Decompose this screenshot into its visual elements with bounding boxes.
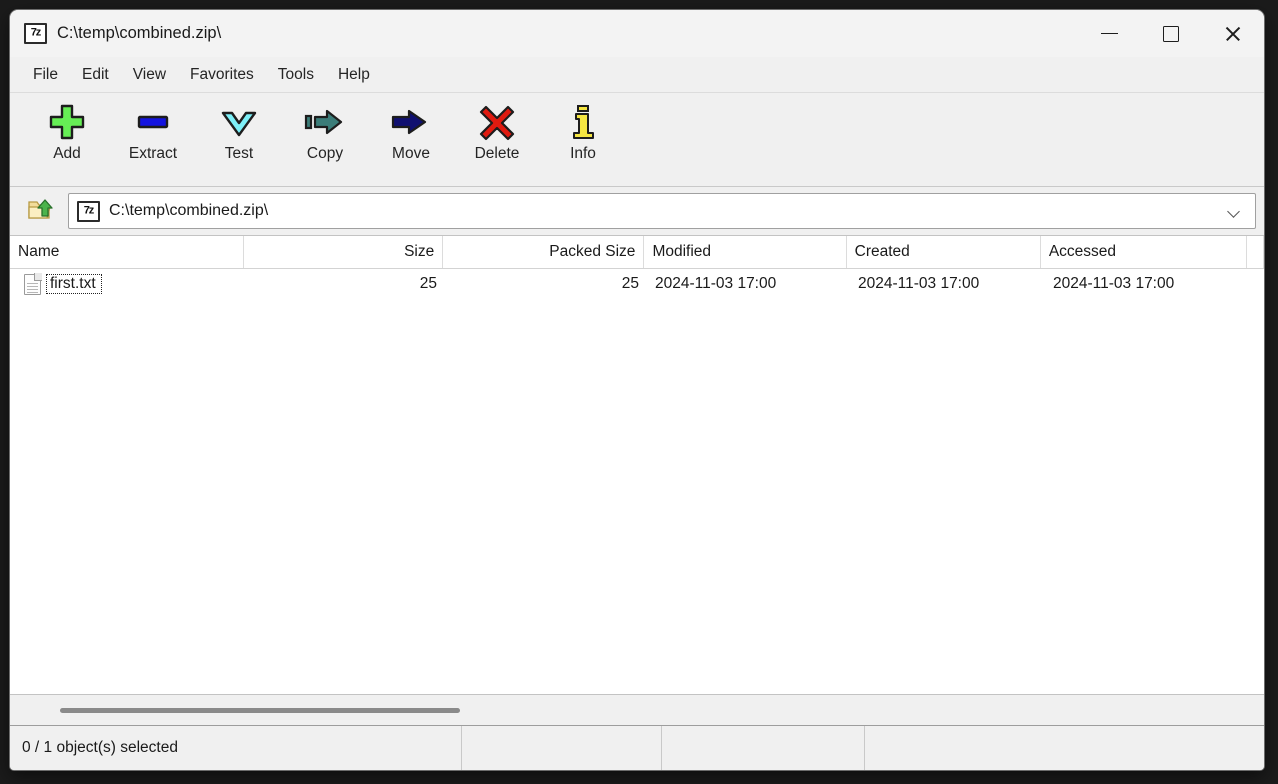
menu-item-tools[interactable]: Tools xyxy=(267,62,325,88)
seven-zip-window: 7z C:\temp\combined.zip\ File Edit View … xyxy=(10,10,1264,770)
column-header-created[interactable]: Created xyxy=(847,236,1041,268)
move-arrow-icon xyxy=(368,99,454,145)
toolbar-button-delete[interactable]: Delete xyxy=(454,99,540,175)
status-bar: 0 / 1 object(s) selected xyxy=(10,725,1264,770)
menu-item-favorites[interactable]: Favorites xyxy=(179,62,265,88)
copy-arrow-icon xyxy=(282,99,368,145)
cell-packed-size: 25 xyxy=(621,275,639,292)
status-pane-3 xyxy=(662,726,865,770)
maximize-button[interactable] xyxy=(1140,10,1202,57)
status-pane-2 xyxy=(462,726,662,770)
cell-modified: 2024-11-03 17:00 xyxy=(655,275,777,292)
delete-cross-icon xyxy=(454,99,540,145)
close-button[interactable] xyxy=(1202,10,1264,57)
toolbar-label-test: Test xyxy=(224,145,254,162)
minimize-button[interactable] xyxy=(1078,10,1140,57)
sevenzip-icon: 7z xyxy=(24,23,47,44)
column-header-packed-size[interactable]: Packed Size xyxy=(443,236,645,268)
column-header-accessed[interactable]: Accessed xyxy=(1041,236,1248,268)
info-i-icon xyxy=(540,99,626,145)
close-icon xyxy=(1224,25,1242,43)
plus-icon xyxy=(24,99,110,145)
toolbar-button-info[interactable]: Info xyxy=(540,99,626,175)
toolbar: Add Extract Test Copy Move Delete Info xyxy=(10,93,1264,187)
column-header-filler xyxy=(1247,236,1264,268)
toolbar-button-copy[interactable]: Copy xyxy=(282,99,368,175)
menu-item-help[interactable]: Help xyxy=(327,62,381,88)
cell-name[interactable]: first.txt xyxy=(10,269,245,299)
toolbar-label-delete: Delete xyxy=(474,145,520,162)
maximize-icon xyxy=(1163,25,1179,42)
scrollbar-thumb[interactable] xyxy=(60,707,460,713)
chevron-down-icon[interactable] xyxy=(1228,207,1241,215)
cell-size: 25 xyxy=(419,275,437,292)
menu-item-edit[interactable]: Edit xyxy=(71,62,120,88)
toolbar-button-test[interactable]: Test xyxy=(196,99,282,175)
cell-accessed: 2024-11-03 17:00 xyxy=(1053,275,1175,292)
column-header-size[interactable]: Size xyxy=(244,236,444,268)
address-bar: 7z C:\temp\combined.zip\ xyxy=(10,187,1264,235)
file-icon xyxy=(24,272,42,295)
menu-item-file[interactable]: File xyxy=(22,62,69,88)
folder-up-button[interactable] xyxy=(22,194,58,228)
menu-bar: File Edit View Favorites Tools Help xyxy=(10,57,1264,93)
extract-bar-icon xyxy=(110,99,196,145)
toolbar-label-extract: Extract xyxy=(128,145,178,162)
title-bar-left: 7z C:\temp\combined.zip\ xyxy=(10,23,1078,44)
column-header-modified[interactable]: Modified xyxy=(644,236,847,268)
chevron-down-icon xyxy=(196,99,282,145)
table-row[interactable]: first.txt 25 25 2024-11-03 17:00 2024-11… xyxy=(10,269,1264,299)
list-rows: first.txt 25 25 2024-11-03 17:00 2024-11… xyxy=(10,269,1264,694)
toolbar-label-copy: Copy xyxy=(306,145,344,162)
status-pane-4 xyxy=(865,726,1264,770)
sevenzip-icon: 7z xyxy=(77,200,100,222)
toolbar-label-add: Add xyxy=(53,145,81,162)
toolbar-button-add[interactable]: Add xyxy=(24,99,110,175)
column-header-name[interactable]: Name xyxy=(10,236,245,268)
minimize-icon xyxy=(1100,32,1118,35)
toolbar-label-move: Move xyxy=(392,145,430,162)
menu-item-view[interactable]: View xyxy=(122,62,177,88)
file-name-label: first.txt xyxy=(46,273,102,295)
title-bar[interactable]: 7z C:\temp\combined.zip\ xyxy=(10,10,1264,57)
window-controls xyxy=(1078,10,1264,57)
toolbar-button-extract[interactable]: Extract xyxy=(110,99,196,175)
cell-created: 2024-11-03 17:00 xyxy=(858,275,980,292)
address-path-text: C:\temp\combined.zip\ xyxy=(109,202,269,219)
file-list: Name Size Packed Size Modified Created A… xyxy=(10,235,1264,725)
address-combobox[interactable]: 7z C:\temp\combined.zip\ xyxy=(68,193,1256,229)
toolbar-button-move[interactable]: Move xyxy=(368,99,454,175)
status-pane-selection: 0 / 1 object(s) selected xyxy=(10,726,462,770)
list-header: Name Size Packed Size Modified Created A… xyxy=(10,236,1264,269)
horizontal-scrollbar[interactable] xyxy=(10,694,1264,725)
window-title: C:\temp\combined.zip\ xyxy=(57,24,222,42)
toolbar-label-info: Info xyxy=(570,145,596,162)
folder-up-icon xyxy=(27,197,53,226)
